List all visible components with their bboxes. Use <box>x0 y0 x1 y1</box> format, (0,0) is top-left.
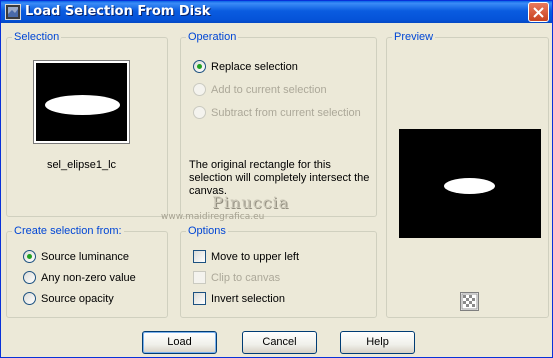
checkbox-label: Move to upper left <box>211 251 300 263</box>
checkbox[interactable] <box>193 292 206 305</box>
preview-ellipse <box>444 178 495 194</box>
selection-file-name: sel_elipse1_lc <box>46 159 117 171</box>
operation-legend: Operation <box>186 31 239 43</box>
radio-label: Add to current selection <box>211 84 327 96</box>
checkerboard-icon <box>461 293 478 310</box>
checkbox[interactable] <box>193 250 206 263</box>
checkbox-label: Clip to canvas <box>211 272 281 284</box>
radio-button <box>193 83 206 96</box>
options-legend: Options <box>186 225 228 237</box>
checkbox <box>193 271 206 284</box>
preview-legend: Preview <box>392 31 436 43</box>
dialog-window: Load Selection From Disk Selection sel_e… <box>0 0 553 358</box>
radio-button[interactable] <box>23 250 36 263</box>
thumbnail-image <box>36 63 127 141</box>
app-icon <box>5 4 21 20</box>
radio-label: Source luminance <box>41 251 130 263</box>
radio-button[interactable] <box>193 60 206 73</box>
cancel-button[interactable]: Cancel <box>242 331 317 354</box>
window-title: Load Selection From Disk <box>25 4 211 19</box>
checkbox-label: Invert selection <box>211 293 285 305</box>
background-toggle-button[interactable] <box>460 292 479 311</box>
selection-thumbnail[interactable] <box>33 60 130 144</box>
close-icon <box>533 7 544 18</box>
create-from-group: Create selection from: Source luminance … <box>6 225 168 318</box>
operation-info-text: The original rectangle for this selectio… <box>189 159 370 197</box>
options-group: Options Move to upper left Clip to canva… <box>180 225 377 318</box>
selection-group: Selection sel_elipse1_lc <box>6 31 168 217</box>
radio-label: Source opacity <box>41 293 114 305</box>
title-bar[interactable]: Load Selection From Disk <box>1 1 552 23</box>
help-button[interactable]: Help <box>340 331 415 354</box>
load-button[interactable]: Load <box>142 331 217 354</box>
radio-label: Any non-zero value <box>41 272 136 284</box>
radio-button <box>193 106 206 119</box>
radio-button[interactable] <box>23 271 36 284</box>
thumbnail-ellipse <box>45 95 120 115</box>
radio-label: Subtract from current selection <box>211 107 361 119</box>
preview-image <box>399 129 541 238</box>
radio-button[interactable] <box>23 292 36 305</box>
close-button[interactable] <box>528 2 549 22</box>
preview-group: Preview <box>386 31 549 318</box>
operation-group: Operation Replace selection Add to curre… <box>180 31 377 217</box>
create-from-legend: Create selection from: <box>12 225 124 237</box>
selection-legend: Selection <box>12 31 62 43</box>
radio-label: Replace selection <box>211 61 298 73</box>
